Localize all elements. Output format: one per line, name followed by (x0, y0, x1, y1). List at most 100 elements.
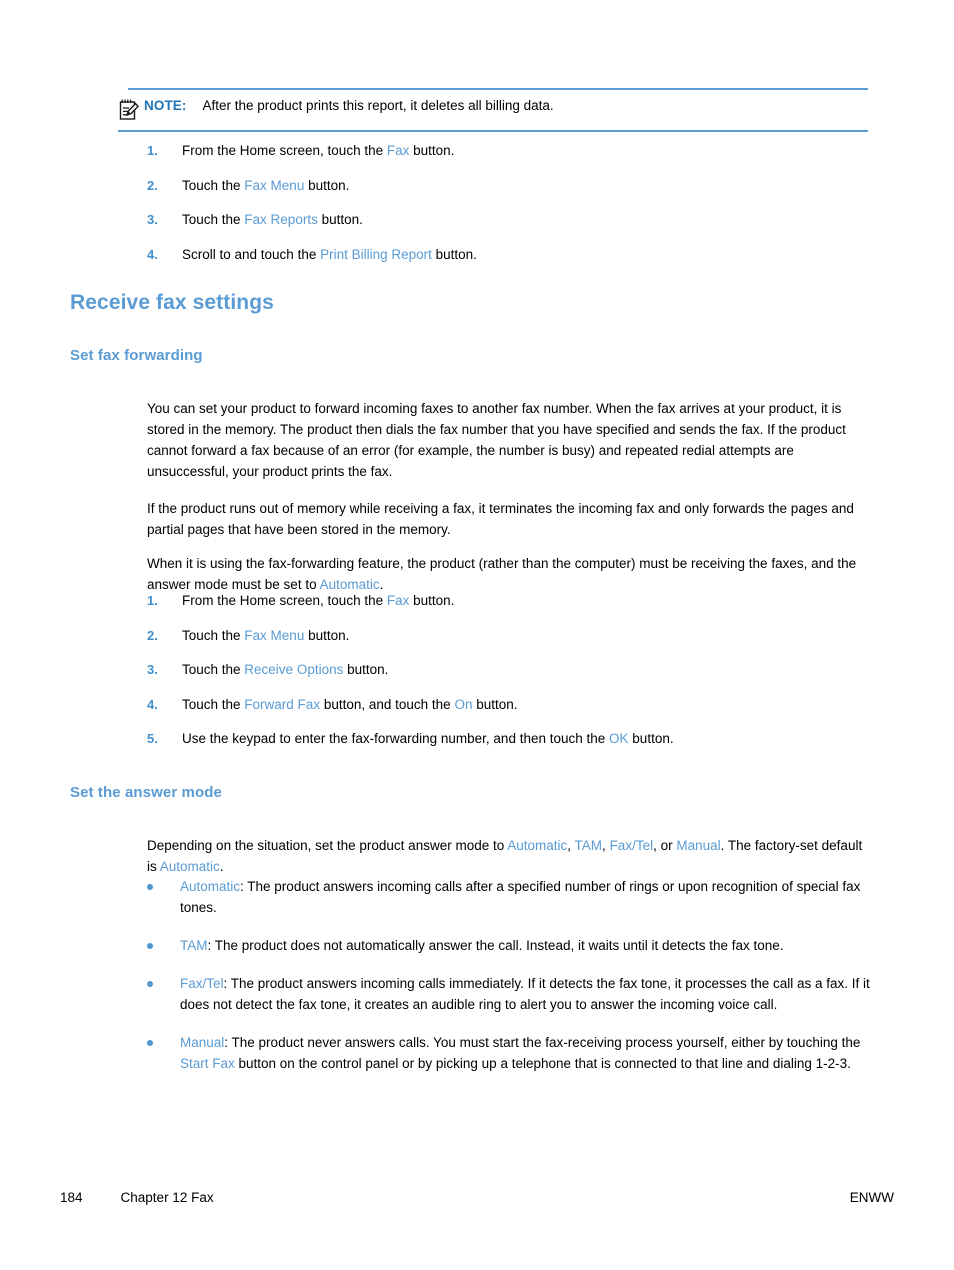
step-text-pre: From the Home screen, touch the (182, 143, 387, 158)
ui-term-automatic-default: Automatic (159, 858, 220, 874)
ui-term[interactable]: Forward Fax (244, 697, 320, 712)
heading-set-fax-forwarding: Set fax forwarding (70, 347, 203, 364)
billing-report-steps: 1. From the Home screen, touch the Fax bu… (147, 141, 877, 279)
footer-locale: ENWW (849, 1190, 894, 1205)
step-text-post: button, and touch the (320, 696, 455, 712)
step-text-pre: Touch the (182, 627, 245, 643)
billing-step-item: 4. Scroll to and touch the Print Billing … (147, 245, 877, 265)
footer-chapter: Chapter 12 Fax (120, 1190, 214, 1205)
ui-term[interactable]: Fax (387, 143, 410, 158)
list-text: Touch the Receive Options button. (182, 660, 877, 680)
step-text-post: button. (304, 627, 350, 643)
list-number: 1. (147, 593, 158, 608)
list-text: Touch the Fax Menu button. (182, 176, 877, 196)
note-label: NOTE: (144, 98, 187, 113)
step-text-pre: Touch the (182, 177, 245, 193)
billing-step-item: 3. Touch the Fax Reports button. (147, 210, 877, 230)
ui-term[interactable]: Fax Menu (244, 178, 304, 193)
note-bottom-rule (118, 130, 868, 132)
ui-term[interactable]: Receive Options (244, 662, 343, 677)
forwarding-paragraph-3: When it is using the fax-forwarding feat… (147, 553, 871, 595)
step-text-post: button. (628, 731, 674, 746)
forwarding-paragraph-1: You can set your product to forward inco… (147, 400, 846, 480)
ui-term-tam: TAM (574, 837, 603, 853)
list-number: 2. (147, 627, 158, 643)
ui-term[interactable]: Automatic (180, 879, 240, 894)
ui-term[interactable]: TAM (180, 938, 208, 953)
answer-mode-text: Manual: The product never answers calls.… (180, 1032, 877, 1074)
billing-step-item: 1. From the Home screen, touch the Fax bu… (147, 141, 877, 161)
step-text-pre: Use the keypad to enter the fax-forwardi… (182, 731, 610, 746)
answer-mode-item: TAM: The product does not automatically … (147, 935, 877, 956)
answer-mode-bullet-list: Automatic: The product answers incoming … (147, 876, 877, 1091)
answer-mode-description: : The product answers incoming calls imm… (180, 976, 870, 1012)
forwarding-step-item: 3. Touch the Receive Options button. (147, 660, 877, 680)
ui-term-secondary[interactable]: On (454, 697, 472, 712)
ui-term[interactable]: Fax (387, 593, 410, 608)
footer-page-number: 184 (60, 1190, 83, 1205)
ui-term[interactable]: Print Billing Report (320, 247, 432, 262)
step-text-post: button. (317, 212, 363, 227)
ui-term-automatic: Automatic (507, 837, 568, 853)
note-text: After the product prints this report, it… (202, 98, 554, 113)
step-text-pre: Scroll to and touch the (182, 246, 321, 262)
answer-mode-item: Automatic: The product answers incoming … (147, 876, 877, 918)
billing-step-item: 2. Touch the Fax Menu button. (147, 176, 877, 196)
answer-mode-description: : The product answers incoming calls aft… (180, 879, 861, 915)
ui-term[interactable]: Manual (180, 1035, 224, 1050)
step-text-post: button. (431, 246, 477, 262)
answer-mode-intro-end: . (219, 858, 224, 874)
list-number: 5. (147, 731, 158, 746)
list-text: Touch the Fax Menu button. (182, 626, 877, 646)
bullet-icon (147, 935, 180, 949)
list-number: 3. (147, 212, 158, 227)
answer-mode-text: Fax/Tel: The product answers incoming ca… (180, 973, 877, 1015)
bullet-icon (147, 973, 180, 987)
list-text: Touch the Fax Reports button. (182, 210, 877, 230)
step-text-pre: Touch the (182, 696, 245, 712)
answer-mode-description-post: button on the control panel or by pickin… (234, 1056, 851, 1071)
page-title: Receive fax settings (70, 291, 274, 314)
list-number: 4. (147, 696, 158, 712)
heading-set-answer-mode: Set the answer mode (70, 784, 222, 801)
forwarding-p3-pre: When it is using the fax-forwarding feat… (147, 555, 857, 592)
forwarding-step-item: 4. Touch the Forward Fax button, and touc… (147, 695, 877, 715)
answer-mode-item: Manual: The product never answers calls.… (147, 1032, 877, 1074)
ui-term-secondary[interactable]: Start Fax (180, 1056, 235, 1071)
document-page: NOTE: After the product prints this repo… (0, 0, 954, 1270)
answer-mode-description: : The product does not automatically ans… (207, 938, 784, 953)
answer-mode-description-pre: : The product never answers calls. You m… (224, 1035, 861, 1050)
forwarding-step-item: 5. Use the keypad to enter the fax-forwar… (147, 729, 877, 749)
answer-mode-intro-pre: Depending on the situation, set the prod… (147, 837, 508, 853)
answer-mode-text: Automatic: The product answers incoming … (180, 876, 877, 918)
answer-mode-item: Fax/Tel: The product answers incoming ca… (147, 973, 877, 1015)
ui-term[interactable]: Fax Menu (244, 628, 304, 643)
list-number: 2. (147, 177, 158, 193)
answer-mode-sep-1: , (567, 837, 575, 853)
ui-term[interactable]: OK (609, 731, 629, 746)
list-text: Scroll to and touch the Print Billing Re… (182, 245, 877, 265)
note-callout: NOTE: After the product prints this repo… (118, 88, 868, 132)
step-text-post: button. (409, 143, 455, 158)
answer-mode-sep-2: , (602, 837, 610, 853)
list-text: From the Home screen, touch the Fax butt… (182, 141, 877, 161)
ui-term[interactable]: Fax Reports (244, 212, 318, 227)
step-text-pre: Touch the (182, 212, 245, 227)
answer-mode-sep-3: , or (653, 837, 677, 853)
step-text-post: button. (343, 662, 389, 677)
note-pencil-icon (118, 98, 140, 122)
forwarding-p3-post: . (379, 576, 384, 592)
list-number: 3. (147, 662, 158, 677)
list-text: From the Home screen, touch the Fax butt… (182, 591, 877, 611)
step-text-post: button. (304, 177, 350, 193)
ui-term-manual: Manual (676, 837, 721, 853)
forwarding-paragraph-2: If the product runs out of memory while … (147, 500, 854, 537)
ui-term-automatic: Automatic (319, 576, 380, 592)
page-footer: 184 Chapter 12 Fax ENWW (60, 1190, 894, 1205)
forwarding-step-item: 1. From the Home screen, touch the Fax bu… (147, 591, 877, 611)
list-text: Touch the Forward Fax button, and touch … (182, 695, 877, 715)
step-text-pre: Touch the (182, 662, 245, 677)
ui-term[interactable]: Fax/Tel (180, 976, 224, 991)
forwarding-step-item: 2. Touch the Fax Menu button. (147, 626, 877, 646)
bullet-icon (147, 1032, 180, 1046)
